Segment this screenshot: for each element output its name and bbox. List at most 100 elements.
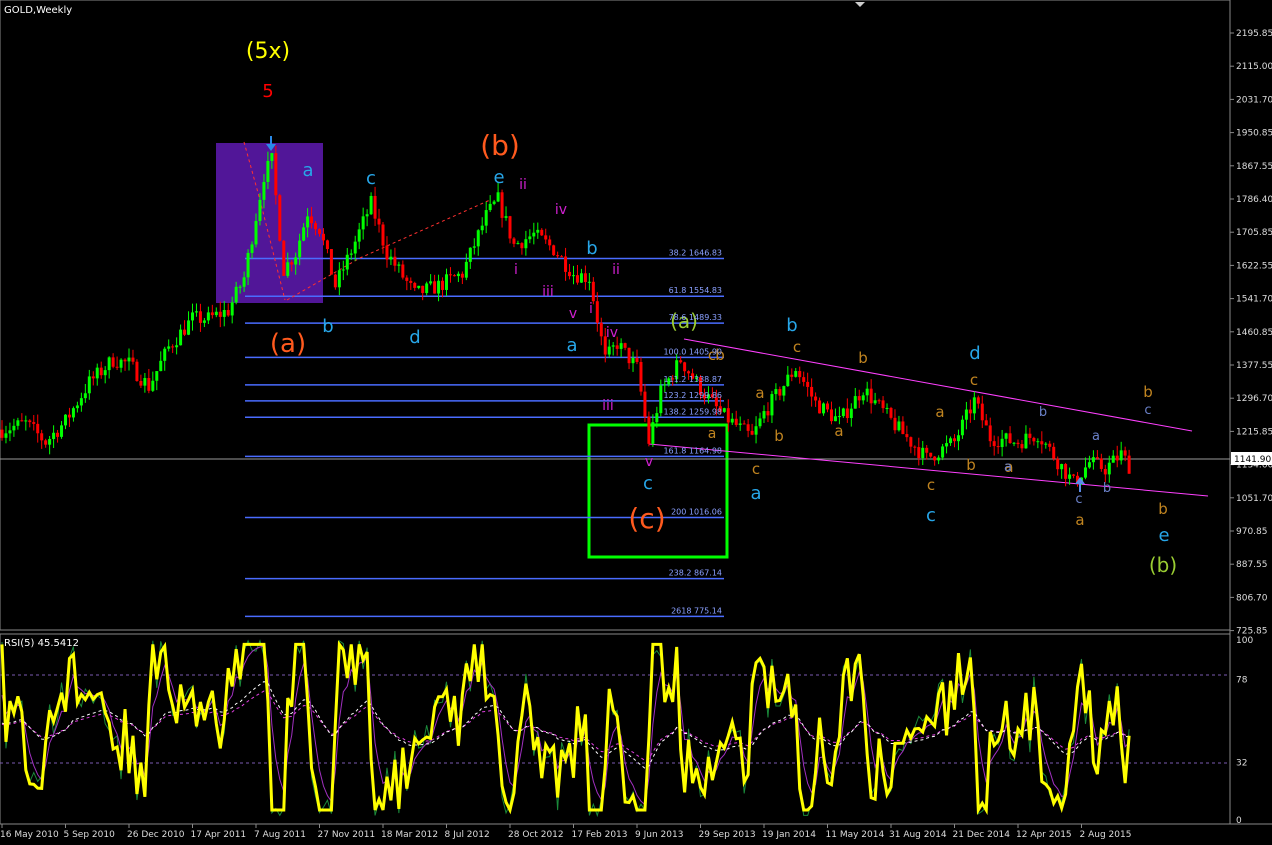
candle-body [381,224,385,246]
candle-body [198,311,202,323]
price-tick-label: 1786.40 [1236,195,1272,205]
wave-label: a [1092,429,1100,444]
candle-body [337,270,341,288]
candle-body [877,400,881,402]
candle-body [953,438,956,442]
wave-label: ii [519,177,527,193]
candle-body [996,446,1000,448]
candle-body [329,249,333,275]
price-pane-frame [0,0,1231,631]
wave-label: d [409,327,420,348]
price-axis[interactable]: 2195.85 2115.00 2031.70 1950.85 1867.55 1786.… [1230,29,1272,637]
wave-label: iv [606,325,618,341]
date-tick-label: 27 Nov 2011 [318,830,376,840]
candle-body [250,244,254,253]
rsi-lines [0,639,1131,818]
candle-body [905,434,909,438]
candle-body [210,312,214,316]
candle-body [226,309,230,316]
candle-body [187,320,191,335]
wave-label: a [1075,511,1084,529]
price-tick-label: 1705.85 [1236,228,1272,238]
candle-body [552,245,556,256]
candle-body [1064,464,1068,479]
candle-body [1020,444,1024,449]
wave-label: b [966,456,976,474]
wave-label: b [1103,481,1111,496]
candle-body [421,285,425,294]
candle-body [437,280,441,294]
wave-label: i [514,262,518,278]
candle-body [310,216,314,224]
candle-body [397,264,401,266]
candle-body [365,214,369,217]
candle-body [99,367,103,376]
candle-body [583,273,587,283]
candle-body [194,311,198,313]
candle-body [782,386,786,396]
candle-body [492,201,496,204]
candle-body [488,203,492,211]
candle-body [8,430,12,434]
candle-body [536,229,540,233]
date-tick-label: 26 Dec 2010 [127,830,185,840]
candle-body [806,381,810,387]
date-axis[interactable]: 16 May 2010 5 Sep 2010 26 Dec 2010 17 Apr 2… [0,824,1131,840]
wave-label: (b) [480,129,520,162]
candle-body [726,408,730,423]
candle-body [79,398,83,406]
wave-label: a [708,426,717,442]
date-tick-label: 5 Sep 2010 [64,830,116,840]
candle-body [913,446,917,448]
candle-body [599,322,603,337]
wave-label: d [969,343,980,364]
candle-body [1103,468,1107,475]
fib-label: 61.8 1554.83 [669,286,722,295]
candle-body [425,283,429,294]
candle-body [1032,437,1036,442]
candle-body [163,348,167,361]
candle-body [262,181,266,200]
wave-label: b [774,427,784,445]
candle-body [456,273,460,277]
wave-label: c [1144,403,1151,418]
candle-body [441,280,445,290]
candle-body [984,420,988,426]
candle-body [929,452,933,457]
last-price-tag: 1141.90 [1231,452,1272,465]
date-tick-label: 2 Aug 2015 [1080,830,1132,840]
date-tick-label: 21 Dec 2014 [953,830,1011,840]
candle-body [968,409,972,414]
candle-body [885,407,889,409]
candle-body [639,362,643,392]
candle-body [738,423,742,425]
date-tick-label: 29 Sep 2013 [699,830,756,840]
price-tick-label: 1950.85 [1236,129,1272,139]
candle-body [353,241,357,254]
candle-body [564,256,568,272]
candle-body [413,282,417,288]
scroll-marker-icon[interactable] [855,2,865,7]
candle-body [579,273,583,283]
fib-label: 161.8 1164.98 [663,446,722,455]
candle-body [60,425,64,437]
candle-body [143,378,147,386]
candle-body [532,232,536,237]
candle-body [95,367,99,379]
fib-label: 78.6 1489.33 [669,313,722,322]
candle-body [16,420,20,426]
candle-body [833,416,837,422]
candle-body [345,254,349,270]
wave-label: (a) [270,329,306,359]
candle-body [175,345,179,348]
candle-body [218,311,222,317]
wave-label: c [927,476,935,494]
candle-body [945,443,949,447]
candle-body [766,411,770,416]
candle-body [151,380,155,391]
candle-body [647,416,651,444]
wave-label: ii [612,262,620,278]
candle-body [1000,438,1004,448]
candle-body [611,345,615,347]
candle-body [778,389,782,396]
